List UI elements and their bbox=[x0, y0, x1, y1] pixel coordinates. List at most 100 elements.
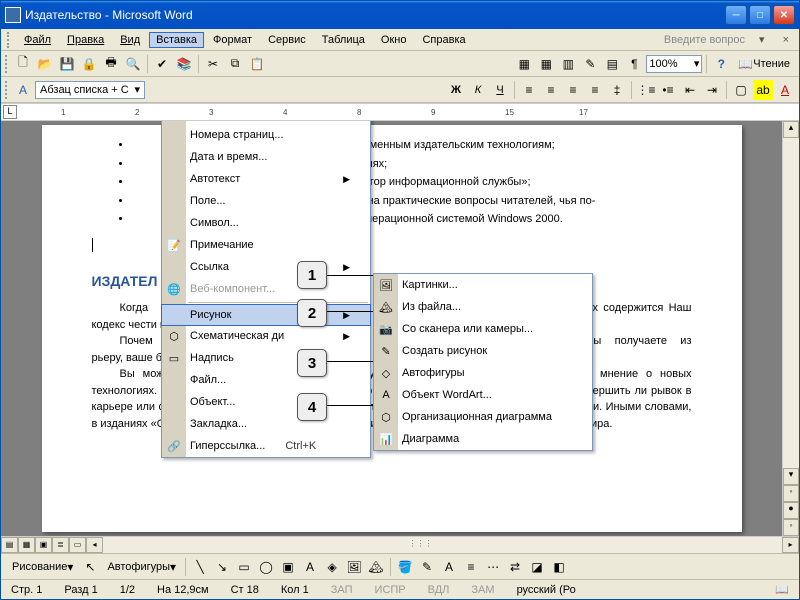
shadow-button[interactable]: ◪ bbox=[527, 557, 547, 577]
menubar-caret[interactable]: ▾ bbox=[755, 33, 769, 46]
dashstyle-button[interactable]: ⋯ bbox=[483, 557, 503, 577]
indent-button[interactable]: ⇥ bbox=[702, 80, 722, 100]
insert-menu-item[interactable]: ▭Надпись bbox=[162, 347, 370, 369]
fillcolor-button[interactable]: 🪣 bbox=[395, 557, 415, 577]
styles-button[interactable]: A bbox=[13, 80, 33, 100]
horizontal-ruler[interactable]: L 12 34 89 1517 bbox=[1, 103, 799, 121]
docmap-button[interactable]: ▤ bbox=[602, 54, 622, 74]
outline-view-button[interactable]: ≣ bbox=[52, 537, 69, 553]
menu-view[interactable]: Вид bbox=[113, 32, 147, 48]
align-justify-button[interactable]: ≡ bbox=[585, 80, 605, 100]
help-search[interactable]: Введите вопрос bbox=[664, 34, 745, 46]
insert-menu-item[interactable]: Дата и время... bbox=[162, 146, 370, 168]
reading-view-button[interactable]: ▭ bbox=[69, 537, 86, 553]
style-combo[interactable]: Абзац списка + С▾ bbox=[35, 81, 145, 99]
open-button[interactable]: 📂 bbox=[35, 54, 55, 74]
save-button[interactable]: 💾 bbox=[57, 54, 77, 74]
new-doc-button[interactable]: 🗋 bbox=[13, 54, 33, 74]
browse-object-button[interactable]: ● bbox=[783, 502, 799, 519]
insert-menu-item[interactable]: Рисунок▶ bbox=[161, 304, 371, 326]
normal-view-button[interactable]: ▤ bbox=[1, 537, 18, 553]
help-button[interactable]: ? bbox=[711, 54, 731, 74]
insert-menu-item[interactable]: Объект... bbox=[162, 391, 370, 413]
tables-button[interactable]: ▦ bbox=[514, 54, 534, 74]
minimize-button[interactable]: ─ bbox=[725, 5, 747, 25]
oval-button[interactable]: ◯ bbox=[256, 557, 276, 577]
picture-menu-item[interactable]: 🏔Из файла... bbox=[374, 296, 592, 318]
reading-button[interactable]: 📖 Чтение bbox=[733, 54, 795, 74]
outdent-button[interactable]: ⇤ bbox=[680, 80, 700, 100]
status-trk[interactable]: ИСПР bbox=[371, 584, 410, 596]
insert-menu-item[interactable]: Автотекст▶ bbox=[162, 168, 370, 190]
status-ext[interactable]: ВДЛ bbox=[424, 584, 454, 596]
fontcolor-button[interactable]: A bbox=[439, 557, 459, 577]
status-ovr[interactable]: ЗАМ bbox=[467, 584, 498, 596]
insert-menu-item[interactable]: 📝Примечание bbox=[162, 234, 370, 256]
permission-button[interactable]: 🔒 bbox=[79, 54, 99, 74]
menu-insert[interactable]: Вставка bbox=[149, 32, 204, 48]
cut-button[interactable]: ✂ bbox=[203, 54, 223, 74]
horizontal-scrollbar[interactable]: ▤ ▦ ▣ ≣ ▭ ◂ ⋮⋮⋮ ▸ bbox=[1, 536, 799, 553]
menu-edit[interactable]: Правка bbox=[60, 32, 111, 48]
line-button[interactable]: ╲ bbox=[190, 557, 210, 577]
fontcolor-button[interactable]: A bbox=[775, 80, 795, 100]
insert-menu-item[interactable]: Поле... bbox=[162, 190, 370, 212]
wordart-button[interactable]: A bbox=[300, 557, 320, 577]
web-view-button[interactable]: ▦ bbox=[18, 537, 35, 553]
picture-menu-item[interactable]: 🖼Картинки... bbox=[374, 274, 592, 296]
status-lang[interactable]: русский (Ро bbox=[513, 584, 580, 596]
insert-menu-item[interactable]: Файл... bbox=[162, 369, 370, 391]
arrowstyle-button[interactable]: ⇄ bbox=[505, 557, 525, 577]
prev-page-button[interactable]: ◦ bbox=[783, 485, 799, 502]
rect-button[interactable]: ▭ bbox=[234, 557, 254, 577]
scroll-down-button[interactable]: ▾ bbox=[783, 468, 799, 485]
menu-window[interactable]: Окно bbox=[374, 32, 414, 48]
underline-button[interactable]: Ч bbox=[490, 80, 510, 100]
next-page-button[interactable]: ◦ bbox=[783, 519, 799, 536]
bullist-button[interactable]: •≡ bbox=[658, 80, 678, 100]
columns-button[interactable]: ▥ bbox=[558, 54, 578, 74]
picture-menu-item[interactable]: 📊Диаграмма bbox=[374, 428, 592, 450]
scroll-right-button[interactable]: ▸ bbox=[782, 537, 799, 553]
autoshapes-menu[interactable]: Автофигуры ▾ bbox=[102, 557, 181, 577]
preview-button[interactable]: 🔍 bbox=[123, 54, 143, 74]
scroll-grip-icon[interactable]: ⋮⋮⋮ bbox=[409, 539, 433, 548]
italic-button[interactable]: К bbox=[468, 80, 488, 100]
numlist-button[interactable]: ⋮≡ bbox=[636, 80, 656, 100]
linestyle-button[interactable]: ≡ bbox=[461, 557, 481, 577]
insert-menu-item[interactable]: ⬡Схематическая ди▶ bbox=[162, 325, 370, 347]
highlight-button[interactable]: ab bbox=[753, 80, 773, 100]
doc-close-button[interactable]: × bbox=[779, 34, 793, 46]
para-button[interactable]: ¶ bbox=[624, 54, 644, 74]
scroll-left-button[interactable]: ◂ bbox=[86, 537, 103, 553]
copy-button[interactable]: ⧉ bbox=[225, 54, 245, 74]
picture-menu-item[interactable]: ◇Автофигуры bbox=[374, 362, 592, 384]
print-button[interactable]: 🖶 bbox=[101, 54, 121, 74]
paste-button[interactable]: 📋 bbox=[247, 54, 267, 74]
picture-button[interactable]: 🏔 bbox=[366, 557, 386, 577]
menu-file[interactable]: Файл bbox=[17, 32, 58, 48]
insert-menu-item[interactable]: Номера страниц... bbox=[162, 124, 370, 146]
menu-tools[interactable]: Сервис bbox=[261, 32, 313, 48]
insert-menu-item[interactable]: Закладка... bbox=[162, 413, 370, 435]
drawing-button[interactable]: ✎ bbox=[580, 54, 600, 74]
align-left-button[interactable]: ≡ bbox=[519, 80, 539, 100]
select-button[interactable]: ↖ bbox=[80, 557, 100, 577]
bold-button[interactable]: Ж bbox=[446, 80, 466, 100]
picture-menu-item[interactable]: ✎Создать рисунок bbox=[374, 340, 592, 362]
vertical-scrollbar[interactable]: ▴ ▾ ◦ ● ◦ bbox=[782, 121, 799, 536]
border-button[interactable]: ▢ bbox=[731, 80, 751, 100]
status-spellcheck-icon[interactable]: 📖 bbox=[771, 583, 793, 596]
picture-menu-item[interactable]: AОбъект WordArt... bbox=[374, 384, 592, 406]
maximize-button[interactable]: □ bbox=[749, 5, 771, 25]
clipart-button[interactable]: 🖼 bbox=[344, 557, 364, 577]
menu-format[interactable]: Формат bbox=[206, 32, 259, 48]
status-rec[interactable]: ЗАП bbox=[327, 584, 357, 596]
menu-help[interactable]: Справка bbox=[415, 32, 472, 48]
picture-menu-item[interactable]: ⬡Организационная диаграмма bbox=[374, 406, 592, 428]
picture-menu-item[interactable]: 📷Со сканера или камеры... bbox=[374, 318, 592, 340]
align-center-button[interactable]: ≡ bbox=[541, 80, 561, 100]
tab-selector[interactable]: L bbox=[3, 105, 17, 119]
spell-button[interactable]: ✔ bbox=[152, 54, 172, 74]
research-button[interactable]: 📚 bbox=[174, 54, 194, 74]
